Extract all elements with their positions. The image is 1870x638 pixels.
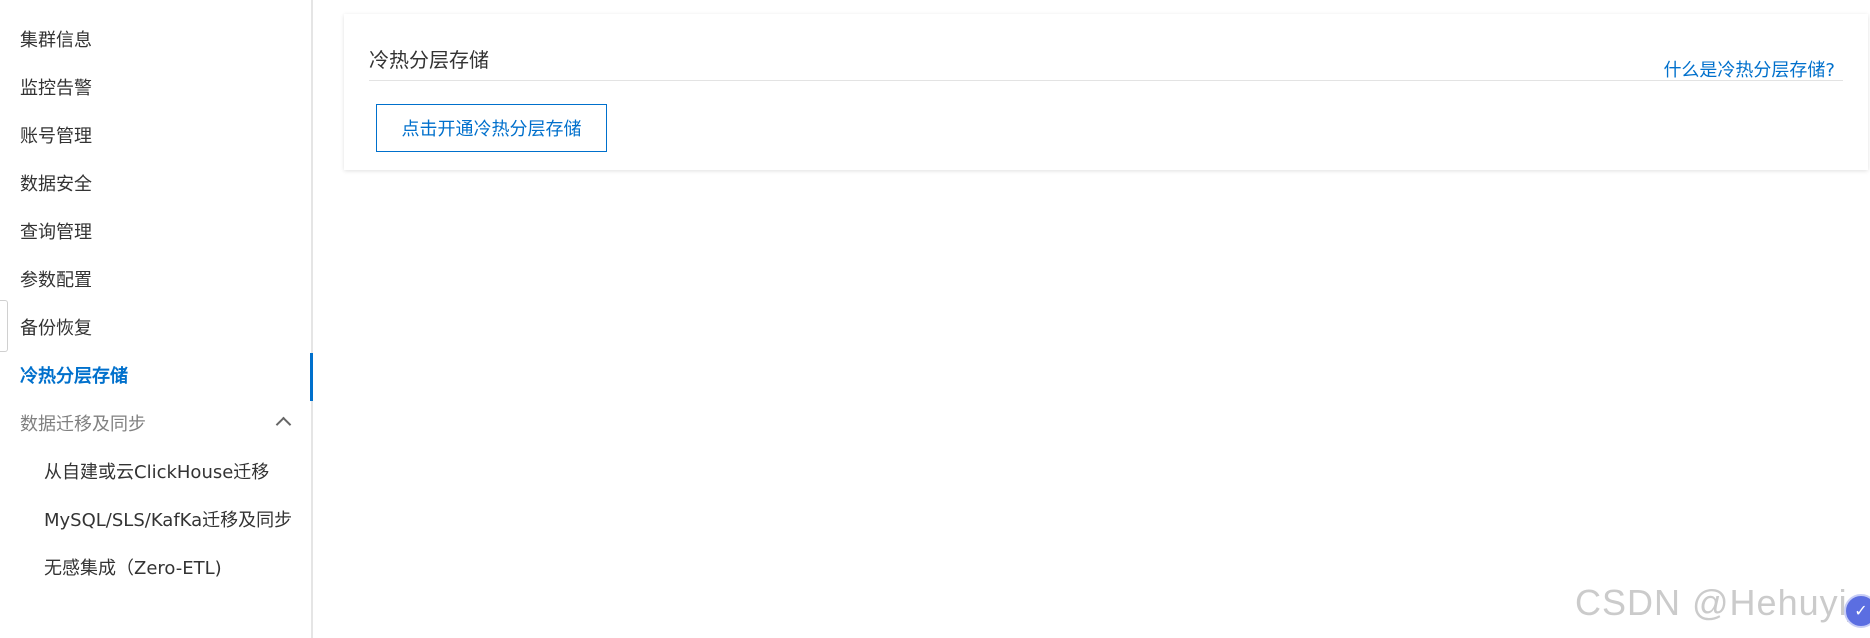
sidebar-subitem-clickhouse-migration[interactable]: 从自建或云ClickHouse迁移 — [0, 449, 311, 497]
chevron-up-icon[interactable] — [275, 416, 292, 433]
sidebar-item-query-management[interactable]: 查询管理 — [0, 209, 311, 257]
sidebar-menu: 集群信息 监控告警 账号管理 数据安全 查询管理 参数配置 备份恢复 冷热分层存… — [0, 0, 313, 593]
assistant-icon[interactable]: ✓ — [1844, 594, 1870, 628]
sidebar-item-monitoring-alerts[interactable]: 监控告警 — [0, 65, 311, 113]
sidebar-item-account-management[interactable]: 账号管理 — [0, 113, 311, 161]
sidebar-item-backup-restore[interactable]: 备份恢复 — [0, 305, 311, 353]
sidebar-nav: 集群信息 监控告警 账号管理 数据安全 查询管理 参数配置 备份恢复 冷热分层存… — [0, 0, 313, 638]
sidebar-group-migration-sync[interactable]: 数据迁移及同步 — [0, 401, 311, 449]
sidebar-item-parameter-config[interactable]: 参数配置 — [0, 257, 311, 305]
card-header: 冷热分层存储 什么是冷热分层存储? — [369, 36, 1843, 81]
help-link[interactable]: 什么是冷热分层存储? — [1663, 56, 1835, 82]
sidebar-item-tiered-storage[interactable]: 冷热分层存储 — [0, 353, 313, 401]
console-page: 集群信息 监控告警 账号管理 数据安全 查询管理 参数配置 备份恢复 冷热分层存… — [0, 0, 1870, 638]
sidebar-group-label: 数据迁移及同步 — [20, 414, 146, 435]
tiered-storage-card: 冷热分层存储 什么是冷热分层存储? 点击开通冷热分层存储 — [344, 14, 1868, 170]
enable-tiered-storage-button[interactable]: 点击开通冷热分层存储 — [376, 104, 607, 152]
page-title: 冷热分层存储 — [369, 48, 489, 72]
sidebar-subitem-mysql-sls-kafka[interactable]: MySQL/SLS/KafKa迁移及同步 — [0, 497, 311, 545]
watermark-text: CSDN @Hehuyi_In — [1575, 582, 1870, 623]
sidebar-item-data-security[interactable]: 数据安全 — [0, 161, 311, 209]
sidebar-item-cluster-info[interactable]: 集群信息 — [0, 17, 311, 65]
sidebar-subitem-zero-etl[interactable]: 无感集成（Zero-ETL) — [0, 545, 311, 593]
